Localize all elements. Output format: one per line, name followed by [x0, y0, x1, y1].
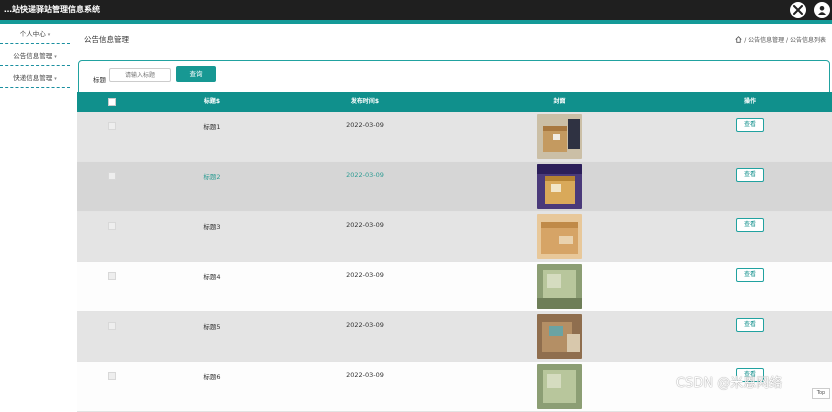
search-label: 标题 — [93, 76, 106, 84]
cover-image — [537, 314, 582, 359]
cover-image — [537, 364, 582, 409]
table-header: 标题$ 发布时间$ 封面 操作 — [77, 92, 832, 112]
title-bar: 公告信息管理 / 公告信息管理 / 公告信息列表 — [76, 24, 832, 54]
crossed-tools-icon — [793, 5, 803, 15]
breadcrumb: / 公告信息管理 / 公告信息列表 — [735, 35, 826, 44]
sidebar-item-label: 快递信息管理 — [13, 74, 53, 82]
scroll-top-button[interactable]: Top — [812, 388, 830, 399]
select-all-checkbox[interactable] — [108, 98, 116, 106]
row-checkbox[interactable] — [108, 172, 116, 180]
view-button[interactable]: 查看 — [736, 268, 764, 282]
main-content: 公告信息管理 / 公告信息管理 / 公告信息列表 标题 查询 标题$ 发布时间$… — [76, 24, 832, 412]
tools-button[interactable] — [790, 2, 806, 18]
column-header-date[interactable]: 发布时间$ — [330, 92, 400, 112]
home-icon[interactable] — [735, 36, 742, 43]
row-title: 标题1 — [203, 123, 221, 131]
view-button[interactable]: 查看 — [736, 218, 764, 232]
table-row: 标题3 2022-03-09 查看 — [77, 212, 832, 262]
table-row: 标题2 2022-03-09 查看 — [77, 162, 832, 212]
page-title: 公告信息管理 — [84, 35, 129, 44]
top-bar: …站快递驿站管理信息系统 — [0, 0, 832, 20]
chevron-down-icon: ▾ — [47, 32, 51, 38]
sidebar-item-express[interactable]: 快递信息管理 ▾ — [0, 68, 70, 88]
row-title: 标题6 — [203, 373, 221, 381]
view-button[interactable]: 查看 — [736, 118, 764, 132]
watermark: CSDN @米恩网络 — [676, 376, 783, 391]
row-date: 2022-03-09 — [346, 371, 384, 379]
row-title: 标题5 — [203, 323, 221, 331]
sidebar: 个人中心 ▾ 公告信息管理 ▾ 快递信息管理 ▾ — [0, 24, 72, 400]
sidebar-item-label: 个人中心 — [19, 30, 46, 38]
breadcrumb-item: 公告信息列表 — [789, 37, 826, 44]
row-checkbox[interactable] — [108, 272, 116, 280]
row-date: 2022-03-09 — [346, 221, 384, 229]
user-button[interactable] — [814, 2, 830, 18]
app-title-text: …站快递驿站管理信息系统 — [4, 5, 100, 14]
sidebar-item-label: 公告信息管理 — [13, 52, 53, 60]
column-header-cover: 封面 — [553, 98, 566, 105]
row-date: 2022-03-09 — [346, 121, 384, 129]
row-date: 2022-03-09 — [346, 271, 384, 279]
app-title: …站快递驿站管理信息系统 — [4, 4, 100, 15]
view-button[interactable]: 查看 — [736, 318, 764, 332]
cover-image — [537, 264, 582, 309]
search-button[interactable]: 查询 — [176, 66, 216, 82]
row-checkbox[interactable] — [108, 122, 116, 130]
search-input[interactable] — [109, 68, 171, 82]
cover-image — [537, 114, 582, 159]
column-header-actions: 操作 — [743, 98, 756, 105]
breadcrumb-item[interactable]: 公告信息管理 — [748, 37, 784, 44]
chevron-down-icon: ▾ — [54, 54, 57, 60]
row-date: 2022-03-09 — [346, 171, 384, 179]
row-checkbox[interactable] — [108, 322, 116, 330]
row-title: 标题3 — [203, 223, 221, 231]
cover-image — [537, 164, 582, 209]
table-row: 标题1 2022-03-09 查看 — [77, 112, 832, 162]
cover-image — [537, 214, 582, 259]
row-checkbox[interactable] — [108, 372, 116, 380]
chevron-down-icon: ▾ — [54, 76, 57, 82]
row-title: 标题4 — [203, 273, 221, 281]
table-row: 标题4 2022-03-09 查看 — [77, 262, 832, 312]
row-checkbox[interactable] — [108, 222, 116, 230]
sidebar-item-announcements[interactable]: 公告信息管理 ▾ — [0, 46, 70, 66]
view-button[interactable]: 查看 — [736, 168, 764, 182]
row-title: 标题2 — [203, 173, 221, 181]
column-header-title[interactable]: 标题$ — [182, 92, 242, 112]
user-icon — [818, 6, 826, 15]
sidebar-item-profile[interactable]: 个人中心 ▾ — [0, 24, 70, 44]
row-date: 2022-03-09 — [346, 321, 384, 329]
table-row: 标题5 2022-03-09 查看 — [77, 312, 832, 362]
